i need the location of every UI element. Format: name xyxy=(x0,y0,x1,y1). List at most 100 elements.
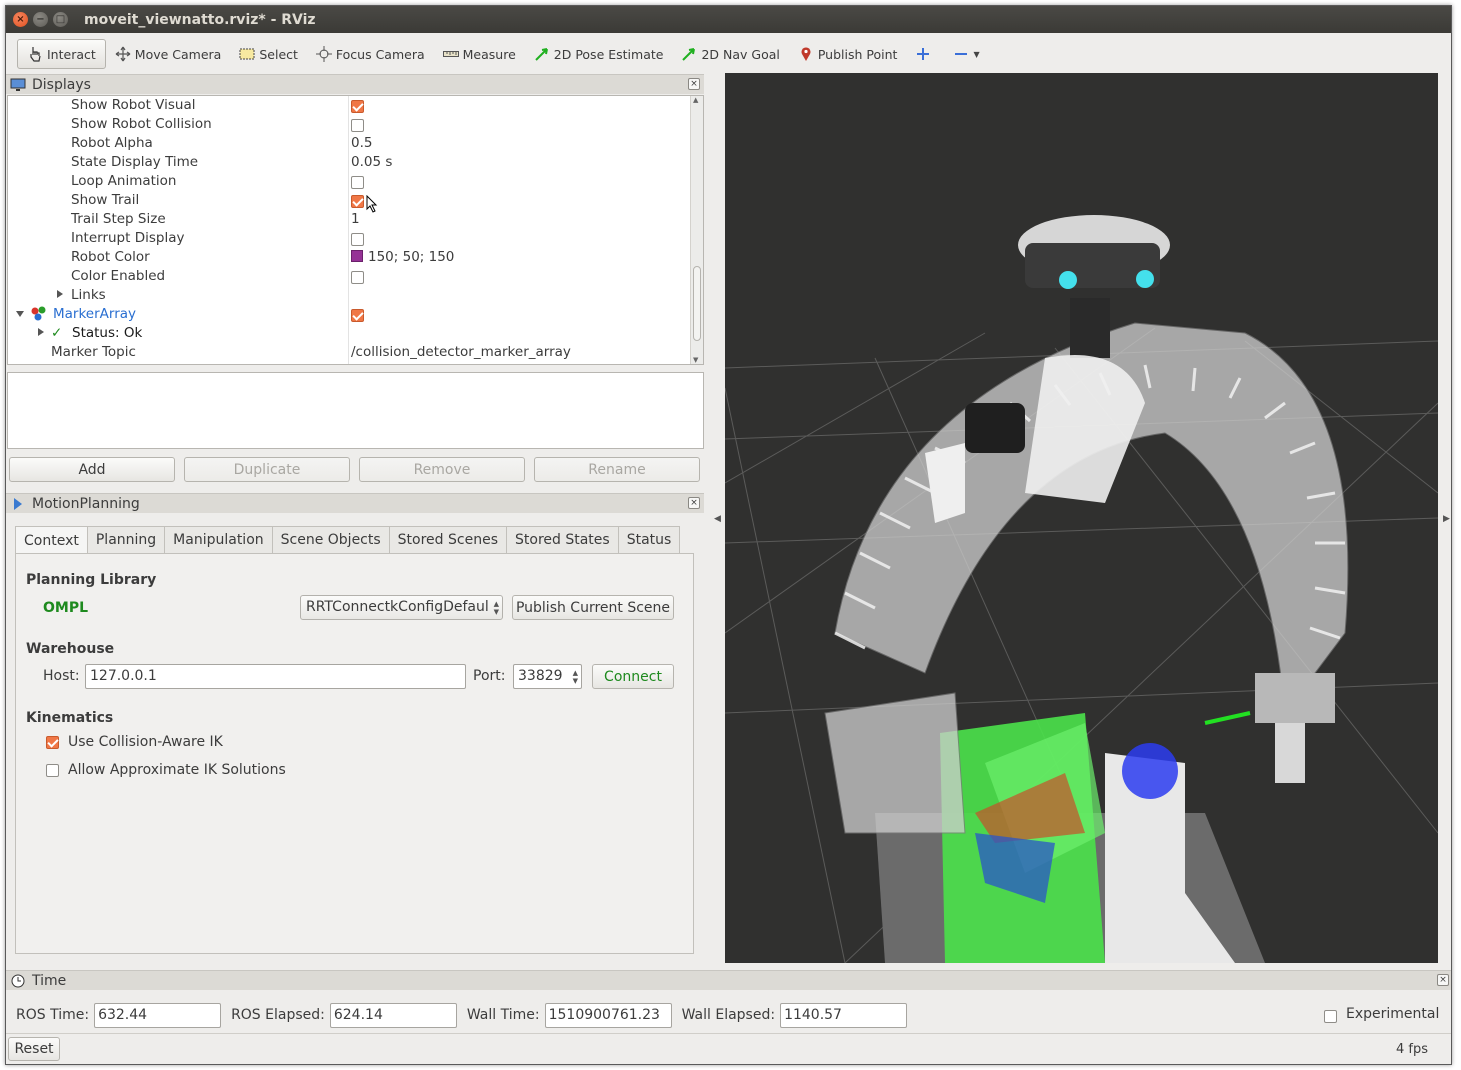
nav-goal-tool-button[interactable]: 2D Nav Goal xyxy=(672,39,788,69)
expand-arrow-icon[interactable] xyxy=(57,290,63,298)
3d-render-viewport[interactable] xyxy=(725,73,1438,963)
displays-panel-close-icon[interactable]: × xyxy=(688,78,700,90)
monitor-icon xyxy=(10,77,26,93)
property-name: Color Enabled xyxy=(71,268,166,284)
tree-row-loop-animation[interactable]: Loop Animation xyxy=(8,172,688,191)
green-arrow-icon xyxy=(534,46,550,62)
tree-row-status[interactable]: ✓ Status: Ok xyxy=(8,324,688,343)
show-trail-checkbox[interactable] xyxy=(351,193,364,209)
splitter-left-arrow-icon[interactable]: ◀ xyxy=(714,514,721,524)
port-value: 33829 xyxy=(518,668,563,684)
property-name: Interrupt Display xyxy=(71,230,185,246)
tree-row-show-trail[interactable]: Show Trail xyxy=(8,191,688,213)
property-name: State Display Time xyxy=(71,154,199,170)
color-enabled-checkbox[interactable] xyxy=(351,269,364,285)
show-robot-visual-checkbox[interactable] xyxy=(351,98,364,114)
property-name: Show Robot Collision xyxy=(71,116,212,132)
scrollbar-thumb[interactable] xyxy=(693,266,701,341)
close-window-button[interactable]: × xyxy=(13,12,28,27)
reset-button[interactable]: Reset xyxy=(8,1037,60,1061)
tab-stored-scenes[interactable]: Stored Scenes xyxy=(388,526,507,553)
minimize-window-button[interactable]: − xyxy=(33,12,48,27)
add-tool-button[interactable] xyxy=(906,39,944,69)
tree-row-marker-array[interactable]: MarkerArray xyxy=(8,305,688,324)
duplicate-display-button[interactable]: Duplicate xyxy=(184,457,350,482)
warehouse-label: Warehouse xyxy=(26,641,115,657)
ros-time-label: ROS Time: xyxy=(16,1007,90,1023)
add-display-button[interactable]: Add xyxy=(9,457,175,482)
port-spinbox[interactable]: 33829 ▲ ▼ xyxy=(513,664,582,689)
publish-current-scene-button[interactable]: Publish Current Scene xyxy=(512,595,674,620)
tree-row-show-robot-collision[interactable]: Show Robot Collision xyxy=(8,115,688,134)
tab-status[interactable]: Status xyxy=(617,526,681,553)
pose-estimate-tool-button[interactable]: 2D Pose Estimate xyxy=(525,39,673,69)
rename-display-button[interactable]: Rename xyxy=(534,457,700,482)
host-input[interactable]: 127.0.0.1 xyxy=(85,664,466,689)
toolbar: Interact Move Camera Select Focus Camera… xyxy=(6,34,1451,74)
property-name: Loop Animation xyxy=(71,173,177,189)
nav-goal-tool-label: 2D Nav Goal xyxy=(701,46,780,62)
ros-elapsed-label: ROS Elapsed: xyxy=(231,1007,325,1023)
scroll-down-icon[interactable]: ▼ xyxy=(693,356,698,364)
trail-step-size-value[interactable]: 1 xyxy=(351,211,360,227)
tab-planning[interactable]: Planning xyxy=(86,526,166,553)
tree-row-color-enabled[interactable]: Color Enabled xyxy=(8,267,688,286)
robot-color-value[interactable]: 150; 50; 150 xyxy=(351,249,454,265)
marker-array-checkbox[interactable] xyxy=(351,307,364,323)
focus-target-icon xyxy=(315,46,332,62)
approximate-ik-checkbox[interactable] xyxy=(46,763,59,778)
connect-button[interactable]: Connect xyxy=(592,664,674,689)
tree-row-state-display-time[interactable]: State Display Time 0.05 s xyxy=(8,153,688,172)
planner-select[interactable]: RRTConnectkConfigDefaul ▲ ▼ xyxy=(300,595,503,620)
marker-topic-value[interactable]: /collision_detector_marker_array xyxy=(351,344,571,360)
focus-camera-tool-button[interactable]: Focus Camera xyxy=(307,39,434,69)
tab-manipulation[interactable]: Manipulation xyxy=(164,526,273,553)
motion-planning-panel-title: MotionPlanning xyxy=(32,495,140,512)
wall-elapsed-field[interactable]: 1140.57 xyxy=(780,1002,908,1028)
select-tool-button[interactable]: Select xyxy=(230,39,307,69)
spin-arrows-icon[interactable]: ▲ ▼ xyxy=(573,669,578,685)
tree-row-robot-alpha[interactable]: Robot Alpha 0.5 xyxy=(8,134,688,153)
move-camera-tool-label: Move Camera xyxy=(134,46,222,62)
maximize-window-button[interactable]: □ xyxy=(53,12,68,27)
tab-scene-objects[interactable]: Scene Objects xyxy=(271,526,390,553)
tree-row-robot-color[interactable]: Robot Color 150; 50; 150 xyxy=(8,248,688,267)
tree-row-show-robot-visual[interactable]: Show Robot Visual xyxy=(8,96,688,115)
tree-scrollbar[interactable]: ▲ ▼ xyxy=(690,96,703,364)
tree-row-links[interactable]: Links xyxy=(8,286,688,305)
tab-stored-states[interactable]: Stored States xyxy=(506,526,619,553)
time-panel-close-icon[interactable]: × xyxy=(1437,974,1449,986)
publish-point-tool-button[interactable]: Publish Point xyxy=(789,39,907,69)
robot-alpha-value[interactable]: 0.5 xyxy=(351,135,372,151)
motion-planning-panel-close-icon[interactable]: × xyxy=(688,497,700,509)
approximate-ik-label: Allow Approximate IK Solutions xyxy=(68,762,286,778)
minus-icon xyxy=(953,46,969,62)
tree-row-interrupt-display[interactable]: Interrupt Display xyxy=(8,229,688,248)
marker-array-icon xyxy=(30,306,48,326)
remove-display-button[interactable]: Remove xyxy=(359,457,525,482)
experimental-checkbox[interactable] xyxy=(1324,1008,1337,1024)
remove-tool-menu-button[interactable]: ▼ xyxy=(944,39,988,69)
measure-tool-button[interactable]: Measure xyxy=(434,39,525,69)
wall-time-field[interactable]: 1510900761.23 xyxy=(544,1002,672,1028)
collision-aware-ik-label: Use Collision-Aware IK xyxy=(68,734,223,750)
interact-tool-button[interactable]: Interact xyxy=(17,39,106,69)
marker-array-name: MarkerArray xyxy=(53,306,137,322)
state-display-time-value[interactable]: 0.05 s xyxy=(351,154,392,170)
expand-arrow-icon[interactable] xyxy=(38,328,44,336)
property-name: Robot Alpha xyxy=(71,135,153,151)
splitter-right-arrow-icon[interactable]: ▶ xyxy=(1443,514,1450,524)
ros-elapsed-field[interactable]: 624.14 xyxy=(329,1002,457,1028)
collapse-arrow-icon[interactable] xyxy=(16,311,24,317)
tree-row-trail-step-size[interactable]: Trail Step Size 1 xyxy=(8,210,688,229)
tab-context[interactable]: Context xyxy=(15,526,88,554)
ros-time-field[interactable]: 632.44 xyxy=(94,1002,222,1028)
tree-row-marker-topic[interactable]: Marker Topic /collision_detector_marker_… xyxy=(8,343,688,362)
scroll-up-icon[interactable]: ▲ xyxy=(693,96,698,104)
rviz-window: × − □ moveit_viewnatto.rviz* - RViz Inte… xyxy=(5,5,1452,1065)
loop-animation-checkbox[interactable] xyxy=(351,174,364,190)
show-robot-collision-checkbox[interactable] xyxy=(351,117,364,133)
interrupt-display-checkbox[interactable] xyxy=(351,231,364,247)
collision-aware-ik-checkbox[interactable] xyxy=(46,735,59,750)
move-camera-tool-button[interactable]: Move Camera xyxy=(106,39,231,69)
